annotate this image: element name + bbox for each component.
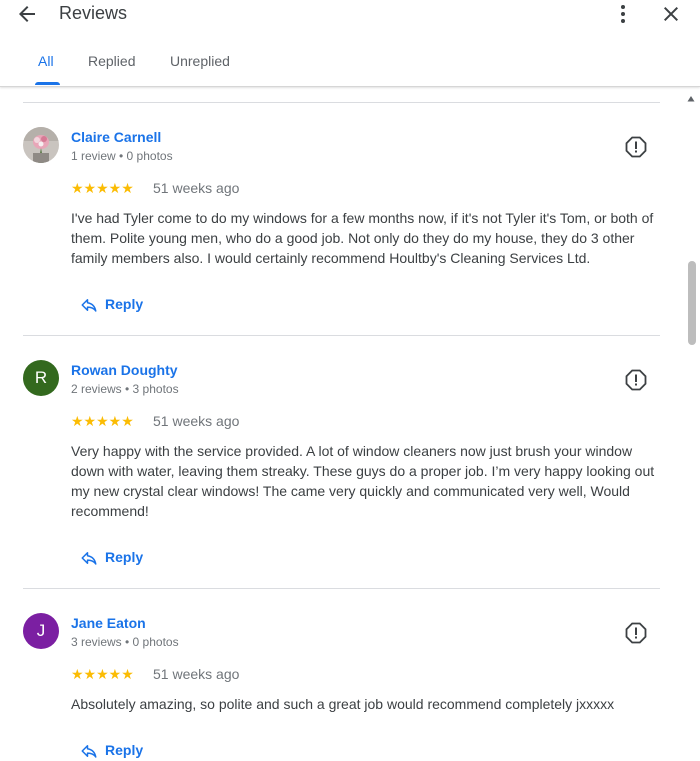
review-text: I've had Tyler come to do my windows for… xyxy=(71,210,654,266)
star-rating: ★★★★★ xyxy=(71,180,134,196)
reply-label: Reply xyxy=(105,549,144,565)
reply-label: Reply xyxy=(105,296,144,312)
reply-icon xyxy=(81,299,97,312)
reviewer-name[interactable]: Claire Carnell xyxy=(71,128,161,146)
reviewer-name[interactable]: Rowan Doughty xyxy=(71,361,178,379)
divider xyxy=(23,588,660,589)
reviewer-meta: 2 reviews • 3 photos xyxy=(71,382,179,396)
page-title: Reviews xyxy=(59,3,128,23)
reply-icon xyxy=(81,552,97,565)
scroll-up-arrow[interactable] xyxy=(687,90,695,102)
avatar[interactable]: R xyxy=(23,360,59,396)
star-rating: ★★★★★ xyxy=(71,413,134,429)
back-button[interactable] xyxy=(15,2,39,26)
close-button[interactable] xyxy=(659,2,683,26)
report-review-button[interactable] xyxy=(625,622,647,644)
review-text: Absolutely amazing, so polite and such a… xyxy=(71,696,615,712)
review-date: 51 weeks ago xyxy=(153,413,240,429)
report-flag-icon xyxy=(625,136,647,158)
tab-replied[interactable]: Replied xyxy=(88,42,135,84)
active-tab-indicator xyxy=(35,82,60,85)
reviewer-name[interactable]: Jane Eaton xyxy=(71,614,146,632)
reply-icon xyxy=(81,745,97,758)
report-flag-icon xyxy=(625,369,647,391)
avatar-photo-icon xyxy=(23,127,59,163)
review-text: Very happy with the service provided. A … xyxy=(71,443,655,519)
review-date: 51 weeks ago xyxy=(153,180,240,196)
tab-unreplied[interactable]: Unreplied xyxy=(170,42,230,84)
avatar-letter: J xyxy=(36,621,46,640)
tab-all[interactable]: All xyxy=(38,42,54,84)
avatar[interactable]: J xyxy=(23,613,59,649)
reviews-header: Reviews All Replied Unreplied xyxy=(0,0,700,87)
arrow-back-icon xyxy=(19,6,35,22)
report-review-button[interactable] xyxy=(625,136,647,158)
divider xyxy=(23,335,660,336)
reviewer-meta: 3 reviews • 0 photos xyxy=(71,635,179,649)
report-review-button[interactable] xyxy=(625,369,647,391)
triangle-up-icon xyxy=(687,96,695,102)
divider xyxy=(23,102,660,103)
reply-label: Reply xyxy=(105,742,144,758)
avatar[interactable] xyxy=(23,127,59,163)
avatar-letter: R xyxy=(34,368,48,387)
star-rating: ★★★★★ xyxy=(71,666,134,682)
scrollbar-thumb[interactable] xyxy=(688,261,696,345)
report-flag-icon xyxy=(625,622,647,644)
more-vert-icon xyxy=(621,5,625,23)
reviewer-meta: 1 review • 0 photos xyxy=(71,149,173,163)
reviews-list: Claire Carnell 1 review • 0 photos ★★★★★… xyxy=(0,86,686,761)
close-icon xyxy=(664,7,678,21)
more-options-button[interactable] xyxy=(611,2,635,26)
review-date: 51 weeks ago xyxy=(153,666,240,682)
